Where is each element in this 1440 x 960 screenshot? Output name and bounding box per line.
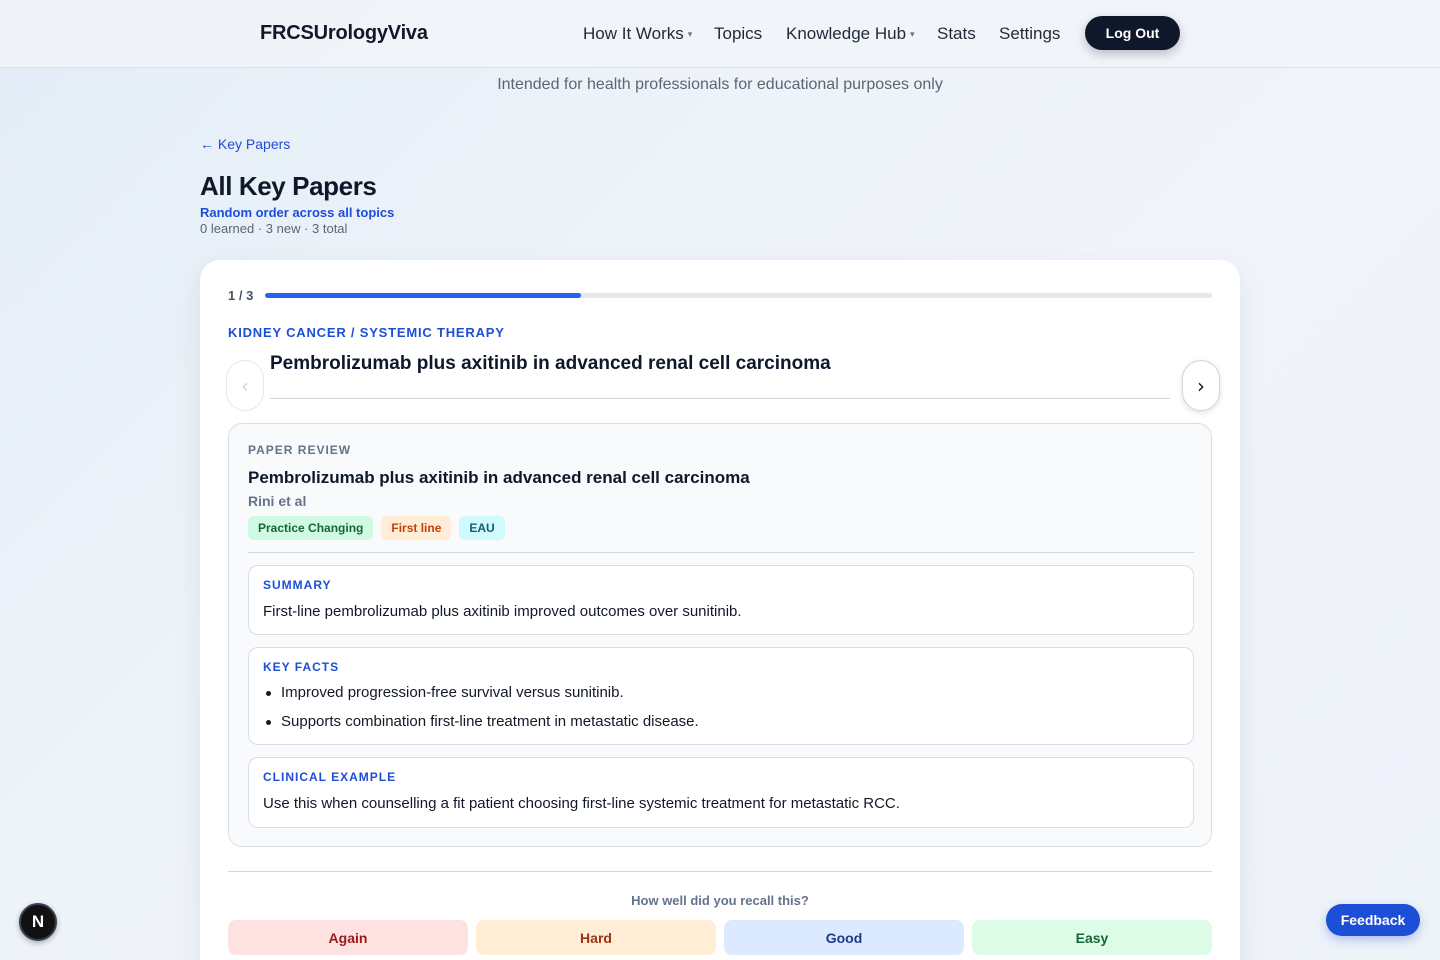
list-item: Supports combination first-line treatmen… (263, 713, 699, 742)
tag-first-line: First line (381, 516, 452, 540)
feedback-button[interactable]: Feedback (1326, 904, 1420, 936)
dev-tools-badge[interactable]: N (19, 903, 57, 941)
logout-button[interactable]: Log Out (1085, 16, 1180, 50)
top-bar: FRCSUrologyViva How It Works ▾ Topics Kno… (0, 0, 1440, 68)
tag-list: Practice Changing First line EAU (248, 516, 505, 540)
card-heading: Pembrolizumab plus axitinib in advanced … (270, 353, 831, 374)
previous-card-button[interactable]: ‹ (226, 360, 264, 411)
chevron-down-icon: ▾ (687, 29, 693, 40)
progress-label: 1 / 3 (228, 288, 254, 303)
back-link[interactable]: ← Key Papers (200, 136, 290, 152)
nav-settings[interactable]: Settings (999, 24, 1060, 44)
arrow-left-icon: ← (200, 136, 214, 152)
next-card-button[interactable]: › (1182, 360, 1220, 411)
progress-counts: 0 learned · 3 new · 3 total (200, 221, 348, 236)
paper-authors: Rini et al (248, 493, 307, 509)
nav-label: Stats (937, 24, 976, 43)
clinical-example-title: CLINICAL EXAMPLE (263, 770, 397, 784)
nav-stats[interactable]: Stats (937, 24, 976, 44)
back-link-label: Key Papers (217, 136, 291, 152)
nav-how-it-works[interactable]: How It Works ▾ (583, 24, 692, 44)
chevron-left-icon: ‹ (241, 373, 249, 398)
summary-title: SUMMARY (263, 578, 332, 592)
brand-logo[interactable]: FRCSUrologyViva (260, 22, 428, 45)
paper-title: Pembrolizumab plus axitinib in advanced … (248, 468, 750, 487)
key-facts-list: Improved progression-free survival versu… (263, 684, 699, 742)
key-facts-section: KEY FACTS Improved progression-free surv… (248, 647, 1194, 745)
topic-breadcrumb: Kidney cancer / Systemic therapy (228, 325, 505, 340)
tag-eau: EAU (459, 516, 505, 540)
disclaimer-text: Intended for health professionals for ed… (497, 76, 943, 93)
grade-good-button[interactable]: Good (724, 920, 964, 955)
divider (248, 552, 1194, 553)
clinical-example-text: Use this when counselling a fit patient … (263, 795, 900, 812)
nav-label: Knowledge Hub (786, 24, 907, 43)
flashcard: 1 / 3 Kidney cancer / Systemic therapy ‹… (200, 260, 1240, 960)
list-item: Improved progression-free survival versu… (263, 684, 699, 713)
key-facts-title: KEY FACTS (263, 660, 340, 674)
divider (228, 871, 1212, 872)
recall-question: How well did you recall this? (631, 893, 809, 908)
summary-section: SUMMARY First-line pembrolizumab plus ax… (248, 565, 1194, 635)
divider (270, 398, 1170, 399)
nav-label: Settings (999, 24, 1061, 43)
grade-again-button[interactable]: Again (228, 920, 468, 955)
clinical-example-section: CLINICAL EXAMPLE Use this when counselli… (248, 757, 1194, 828)
nav-label: How It Works (583, 24, 684, 43)
progress-bar-fill (265, 293, 581, 298)
grade-easy-button[interactable]: Easy (972, 920, 1212, 955)
page-title: All Key Papers (200, 171, 377, 201)
summary-text: First-line pembrolizumab plus axitinib i… (263, 603, 742, 620)
chevron-down-icon: ▾ (910, 29, 915, 40)
paper-review-panel: PAPER REVIEW Pembrolizumab plus axitinib… (228, 423, 1212, 847)
nav-topics[interactable]: Topics (714, 24, 762, 44)
nav-knowledge-hub[interactable]: Knowledge Hub ▾ (786, 24, 915, 44)
chevron-right-icon: › (1197, 373, 1205, 398)
page-subtitle: Random order across all topics (200, 205, 395, 220)
review-kicker: PAPER REVIEW (248, 443, 352, 457)
progress-bar (265, 293, 1212, 298)
tag-practice-changing: Practice Changing (248, 516, 374, 540)
grade-hard-button[interactable]: Hard (476, 920, 716, 955)
nav-label: Topics (714, 24, 763, 43)
